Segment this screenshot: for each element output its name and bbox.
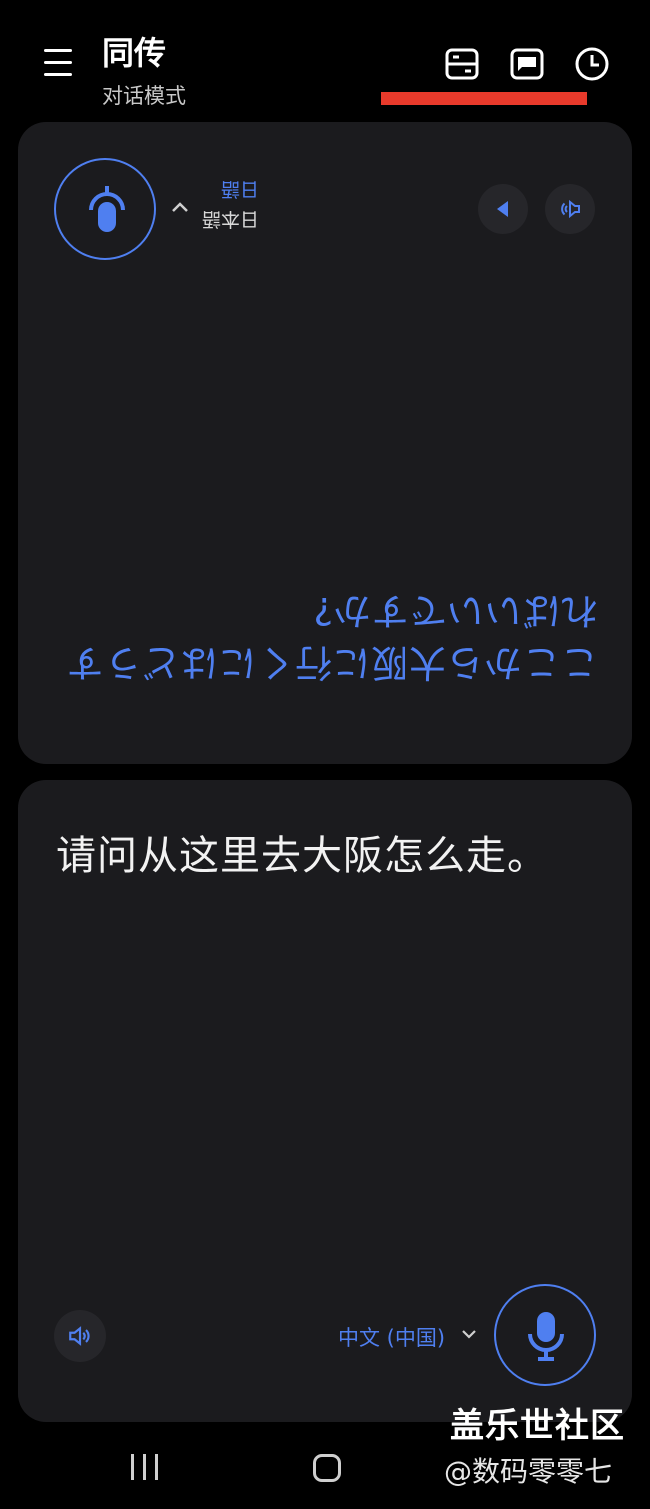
app-header: 同传 对话模式	[0, 0, 650, 118]
speaker-icon	[561, 199, 580, 219]
watermark-line1: 盖乐世社区	[450, 1406, 625, 1446]
watermark-line2: @数码零零七	[444, 1455, 613, 1488]
play-icon	[497, 201, 508, 217]
speaker-button[interactable]	[54, 1310, 106, 1362]
home-button[interactable]	[313, 1454, 341, 1482]
mic-icon	[528, 1312, 564, 1361]
speaker-icon	[69, 1326, 90, 1346]
menu-icon[interactable]	[40, 46, 76, 80]
translated-text: ここから大阪に行くにはどうすればいいですか?	[66, 589, 598, 684]
chevron-up-icon[interactable]	[170, 200, 190, 214]
face-to-face-mode-icon[interactable]	[443, 45, 481, 83]
mic-button[interactable]	[494, 1284, 596, 1386]
mic-icon	[89, 186, 125, 232]
page-title: 同传	[102, 34, 167, 72]
subtitle-mode-icon[interactable]	[508, 45, 546, 83]
speaker-button-flipped[interactable]	[545, 184, 595, 234]
chevron-down-icon[interactable]	[461, 1328, 477, 1340]
page-subtitle: 对话模式	[102, 84, 186, 108]
source-text: 请问从这里去大阪怎么走。	[56, 833, 548, 879]
language-selector[interactable]: 中文 (中国)	[338, 1322, 445, 1352]
language-short: 日語	[221, 178, 260, 200]
translation-panel-flipped: 日本語 日語 ここから大阪に行くにはどうすればいいですか?	[18, 122, 632, 764]
history-icon[interactable]	[573, 45, 611, 83]
other-language-selector[interactable]: 日本語 日語	[202, 174, 259, 234]
highlight-bar	[381, 92, 587, 105]
source-panel: 请问从这里去大阪怎么走。 中文 (中国)	[18, 780, 632, 1422]
play-button[interactable]	[478, 184, 528, 234]
language-name: 日本語	[202, 208, 260, 230]
recent-apps-button[interactable]	[131, 1454, 161, 1482]
other-speaker-mic-button[interactable]	[54, 158, 156, 260]
